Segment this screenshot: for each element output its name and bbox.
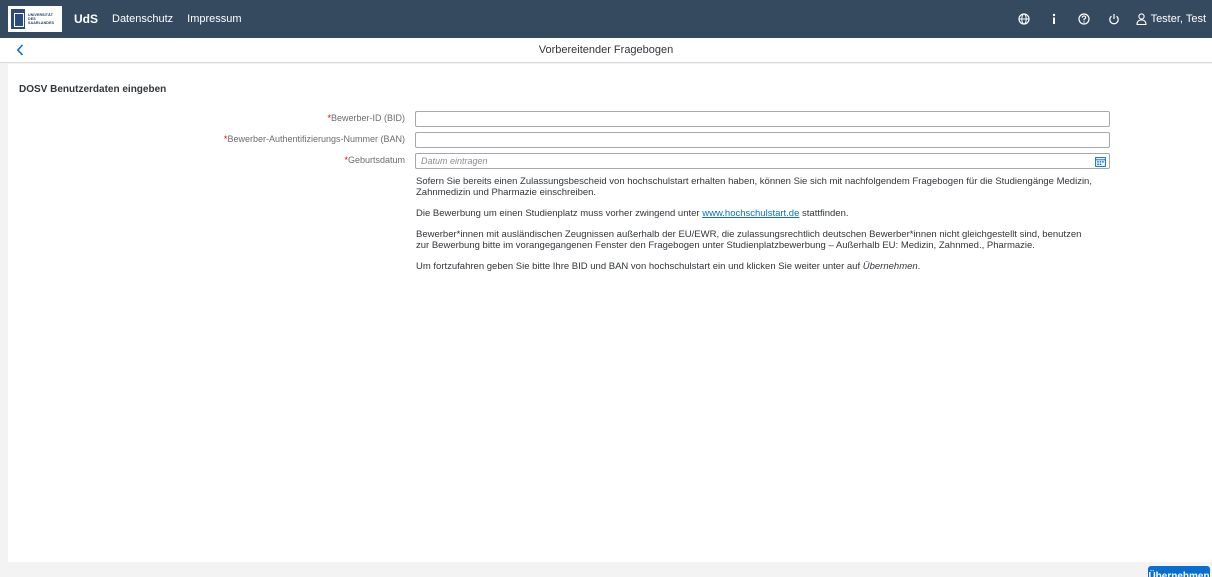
field-label-birthdate: *Geburtsdatum: [344, 155, 405, 165]
shell-bar: UNIVERSITÄT DES SAARLANDES UdS Datenschu…: [0, 0, 1212, 38]
form-row-ban: *Bewerber-Authentifizierungs-Nummer (BAN…: [8, 132, 405, 149]
info-paragraph: Bewerber*innen mit ausländischen Zeugnis…: [416, 229, 1082, 251]
user-menu[interactable]: Tester, Test: [1136, 11, 1206, 27]
info-text-fragment: Um fortzufahren geben Sie bitte Ihre BID…: [416, 261, 863, 272]
info-paragraph: Um fortzufahren geben Sie bitte Ihre BID…: [416, 261, 1096, 272]
university-logo[interactable]: UNIVERSITÄT DES SAARLANDES: [8, 6, 62, 32]
info-text: Sofern Sie bereits einen Zulassungsbesch…: [416, 176, 1096, 282]
page-header: Vorbereitender Fragebogen: [0, 38, 1212, 63]
field-label-bid: *Bewerber-ID (BID): [327, 113, 405, 123]
top-nav: UdS Datenschutz Impressum: [74, 12, 242, 26]
info-text-fragment: Die Bewerbung um einen Studienplatz muss…: [416, 208, 703, 219]
user-name: Tester, Test: [1150, 13, 1206, 25]
form-row-birthdate: *Geburtsdatum: [8, 153, 405, 170]
power-icon[interactable]: [1106, 11, 1122, 27]
form-row-bid: *Bewerber-ID (BID): [8, 111, 405, 128]
globe-icon[interactable]: [1016, 11, 1032, 27]
info-paragraph: Sofern Sie bereits einen Zulassungsbesch…: [416, 176, 1092, 198]
info-icon[interactable]: [1046, 11, 1062, 27]
nav-link-impressum[interactable]: Impressum: [187, 13, 241, 25]
calendar-icon[interactable]: [1093, 154, 1107, 168]
info-emphasis: Übernehmen: [862, 261, 918, 272]
nav-link-uds[interactable]: UdS: [74, 12, 98, 26]
section-title: DOSV Benutzerdaten eingeben: [19, 84, 167, 95]
ban-input[interactable]: [415, 132, 1110, 148]
page-title: Vorbereitender Fragebogen: [538, 44, 674, 56]
hochschulstart-link[interactable]: www.hochschulstart.de: [702, 208, 799, 219]
field-label-text: Geburtsdatum: [347, 155, 405, 165]
main-content: DOSV Benutzerdaten eingeben *Bewerber-ID…: [8, 64, 1212, 562]
submit-button[interactable]: Übernehmen: [1148, 566, 1210, 577]
nav-link-datenschutz[interactable]: Datenschutz: [112, 13, 173, 25]
logo-line: SAARLANDES: [28, 21, 54, 26]
shell-actions: Tester, Test: [1016, 0, 1206, 38]
logo-text: UNIVERSITÄT DES SAARLANDES: [28, 13, 54, 26]
university-crest-icon: [11, 9, 25, 29]
user-icon: [1136, 11, 1148, 27]
info-paragraph: Die Bewerbung um einen Studienplatz muss…: [416, 208, 1096, 219]
field-label-text: Bewerber-Authentifizierungs-Nummer (BAN): [227, 134, 405, 144]
field-label-ban: *Bewerber-Authentifizierungs-Nummer (BAN…: [224, 134, 405, 144]
info-text-fragment: stattfinden.: [799, 208, 849, 219]
bid-input[interactable]: [415, 111, 1110, 127]
birthdate-input[interactable]: [415, 153, 1110, 169]
info-text-fragment: .: [917, 261, 921, 272]
help-icon[interactable]: [1076, 11, 1092, 27]
field-label-text: Bewerber-ID (BID): [330, 113, 405, 123]
